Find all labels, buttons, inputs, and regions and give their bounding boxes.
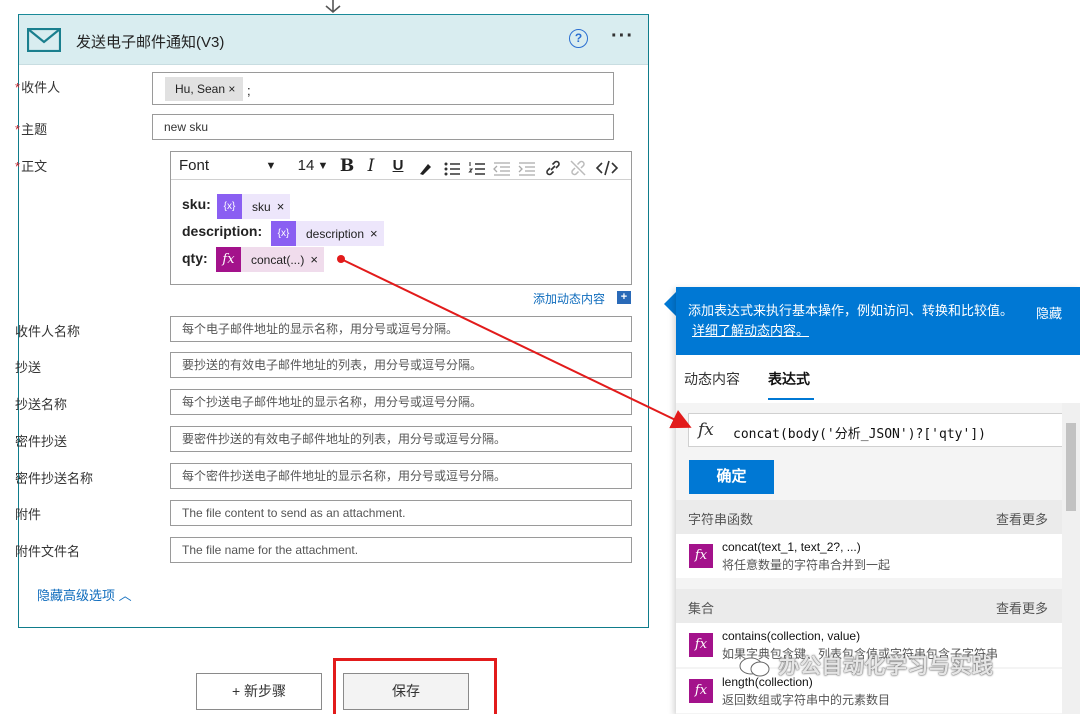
numbered-list-icon[interactable] bbox=[468, 158, 486, 180]
font-size-select[interactable]: 14 bbox=[295, 155, 317, 177]
panel-pointer bbox=[664, 292, 676, 316]
see-more-link[interactable]: 查看更多 bbox=[996, 509, 1048, 528]
banner-text: 添加表达式来执行基本操作，例如访问、转换和比较值。 bbox=[688, 303, 1014, 318]
remove-token-icon[interactable]: × bbox=[370, 226, 378, 241]
to-field[interactable]: Hu, Sean × ; bbox=[152, 72, 614, 105]
ok-button[interactable]: 确定 bbox=[689, 460, 774, 494]
bullet-list-icon[interactable] bbox=[443, 158, 461, 180]
attachment-field[interactable]: The file content to send as an attachmen… bbox=[170, 500, 632, 526]
fx-icon: fx bbox=[689, 679, 713, 703]
cc-names-field[interactable]: 每个抄送电子邮件地址的显示名称，用分号或逗号分隔。 bbox=[170, 389, 632, 415]
remove-token-icon[interactable]: × bbox=[277, 199, 285, 214]
underline-button[interactable]: U bbox=[389, 155, 407, 177]
highlight-pen-icon[interactable] bbox=[417, 158, 433, 180]
body-line-label: sku: bbox=[182, 196, 211, 212]
indent-icon[interactable] bbox=[518, 158, 536, 180]
size-dropdown-icon[interactable]: ▼ bbox=[317, 155, 329, 177]
connector-arrow-icon bbox=[325, 0, 341, 14]
subject-field[interactable]: new sku bbox=[152, 114, 614, 140]
save-highlight-box bbox=[333, 658, 497, 714]
wechat-icon bbox=[739, 657, 770, 677]
bcc-label: 密件抄送 bbox=[15, 434, 68, 449]
card-title: 发送电子邮件通知(V3) bbox=[76, 34, 225, 51]
body-label: *正文 bbox=[15, 159, 48, 174]
body-line-label: description: bbox=[182, 223, 263, 239]
add-dynamic-content-link[interactable]: 添加动态内容 bbox=[533, 290, 605, 307]
attachment-name-label: 附件文件名 bbox=[15, 544, 81, 559]
cc-field[interactable]: 要抄送的有效电子邮件地址的列表，用分号或逗号分隔。 bbox=[170, 352, 632, 378]
bold-button[interactable]: B bbox=[337, 155, 357, 177]
tab-dynamic-content[interactable]: 动态内容 bbox=[684, 369, 740, 389]
hide-banner-button[interactable]: 隐藏 bbox=[1036, 303, 1062, 322]
section-header-collection: 集合 查看更多 bbox=[676, 589, 1062, 623]
to-label: *收件人 bbox=[15, 80, 61, 95]
dynamic-token-sku[interactable]: {x} sku × bbox=[217, 194, 291, 219]
learn-more-link[interactable]: 详细了解动态内容。 bbox=[692, 323, 809, 338]
new-step-button[interactable]: + 新步骤 bbox=[196, 673, 322, 710]
body-editor[interactable]: Font ▼ 14 ▼ B I U sku: {x} sku × descript… bbox=[170, 151, 632, 285]
card-header[interactable]: 发送电子邮件通知(V3) ? ··· bbox=[19, 15, 648, 65]
body-line-label: qty: bbox=[182, 250, 208, 266]
remove-token-icon[interactable]: × bbox=[310, 252, 318, 267]
fx-icon: fx bbox=[689, 544, 713, 568]
fx-icon: fx bbox=[698, 420, 714, 440]
subject-label: *主题 bbox=[15, 122, 48, 137]
dynamic-token-description[interactable]: {x} description × bbox=[271, 221, 384, 246]
function-item-concat[interactable]: fx concat(text_1, text_2?, ...) 将任意数量的字符… bbox=[676, 534, 1062, 578]
add-dynamic-content-icon[interactable]: + bbox=[617, 291, 631, 304]
link-icon[interactable] bbox=[544, 157, 562, 179]
to-names-field[interactable]: 每个电子邮件地址的显示名称，用分号或逗号分隔。 bbox=[170, 316, 632, 342]
code-view-icon[interactable] bbox=[595, 157, 619, 179]
dynamic-content-icon: {x} bbox=[271, 221, 296, 246]
recipient-separator: ; bbox=[247, 83, 251, 98]
chevron-up-icon: ︿ bbox=[118, 588, 132, 603]
dynamic-content-icon: {x} bbox=[217, 194, 242, 219]
active-tab-indicator bbox=[768, 398, 814, 400]
remove-recipient-icon[interactable]: × bbox=[228, 82, 235, 96]
font-dropdown-icon[interactable]: ▼ bbox=[263, 155, 279, 177]
bcc-names-field[interactable]: 每个密件抄送电子邮件地址的显示名称，用分号或逗号分隔。 bbox=[170, 463, 632, 489]
panel-info-banner: 添加表达式来执行基本操作，例如访问、转换和比较值。详细了解动态内容。 隐藏 bbox=[676, 287, 1080, 355]
section-header-string-functions: 字符串函数 查看更多 bbox=[676, 500, 1062, 534]
cc-names-label: 抄送名称 bbox=[15, 397, 68, 412]
unlink-icon[interactable] bbox=[569, 157, 587, 179]
cc-label: 抄送 bbox=[15, 360, 42, 375]
fx-icon: fx bbox=[216, 247, 241, 272]
editor-toolbar: Font ▼ 14 ▼ B I U bbox=[171, 152, 631, 180]
required-mark: * bbox=[15, 80, 21, 95]
tab-expression[interactable]: 表达式 bbox=[768, 369, 810, 389]
italic-button[interactable]: I bbox=[363, 155, 379, 177]
see-more-link[interactable]: 查看更多 bbox=[996, 598, 1048, 617]
attachment-label: 附件 bbox=[15, 507, 42, 522]
expression-token-concat[interactable]: fx concat(...) × bbox=[216, 247, 324, 272]
mail-icon bbox=[19, 15, 69, 65]
watermark: 办公自动化学习与实践 bbox=[738, 650, 993, 680]
font-select[interactable]: Font bbox=[179, 155, 269, 177]
attachment-name-field[interactable]: The file name for the attachment. bbox=[170, 537, 632, 563]
fx-icon: fx bbox=[689, 633, 713, 657]
hide-advanced-options-link[interactable]: 隐藏高级选项 ︿ bbox=[37, 585, 132, 604]
scrollbar-thumb[interactable] bbox=[1066, 423, 1076, 511]
help-icon[interactable]: ? bbox=[569, 29, 588, 48]
expression-input[interactable]: fx concat(body('分析_JSON')?['qty']) bbox=[688, 413, 1070, 447]
bcc-field[interactable]: 要密件抄送的有效电子邮件地址的列表，用分号或逗号分隔。 bbox=[170, 426, 632, 452]
to-names-label: 收件人名称 bbox=[15, 324, 81, 339]
recipient-pill[interactable]: Hu, Sean × bbox=[165, 77, 244, 101]
expression-text[interactable]: concat(body('分析_JSON')?['qty']) bbox=[733, 423, 986, 442]
bcc-names-label: 密件抄送名称 bbox=[15, 471, 94, 486]
more-options-icon[interactable]: ··· bbox=[611, 25, 634, 48]
outdent-icon[interactable] bbox=[493, 158, 511, 180]
